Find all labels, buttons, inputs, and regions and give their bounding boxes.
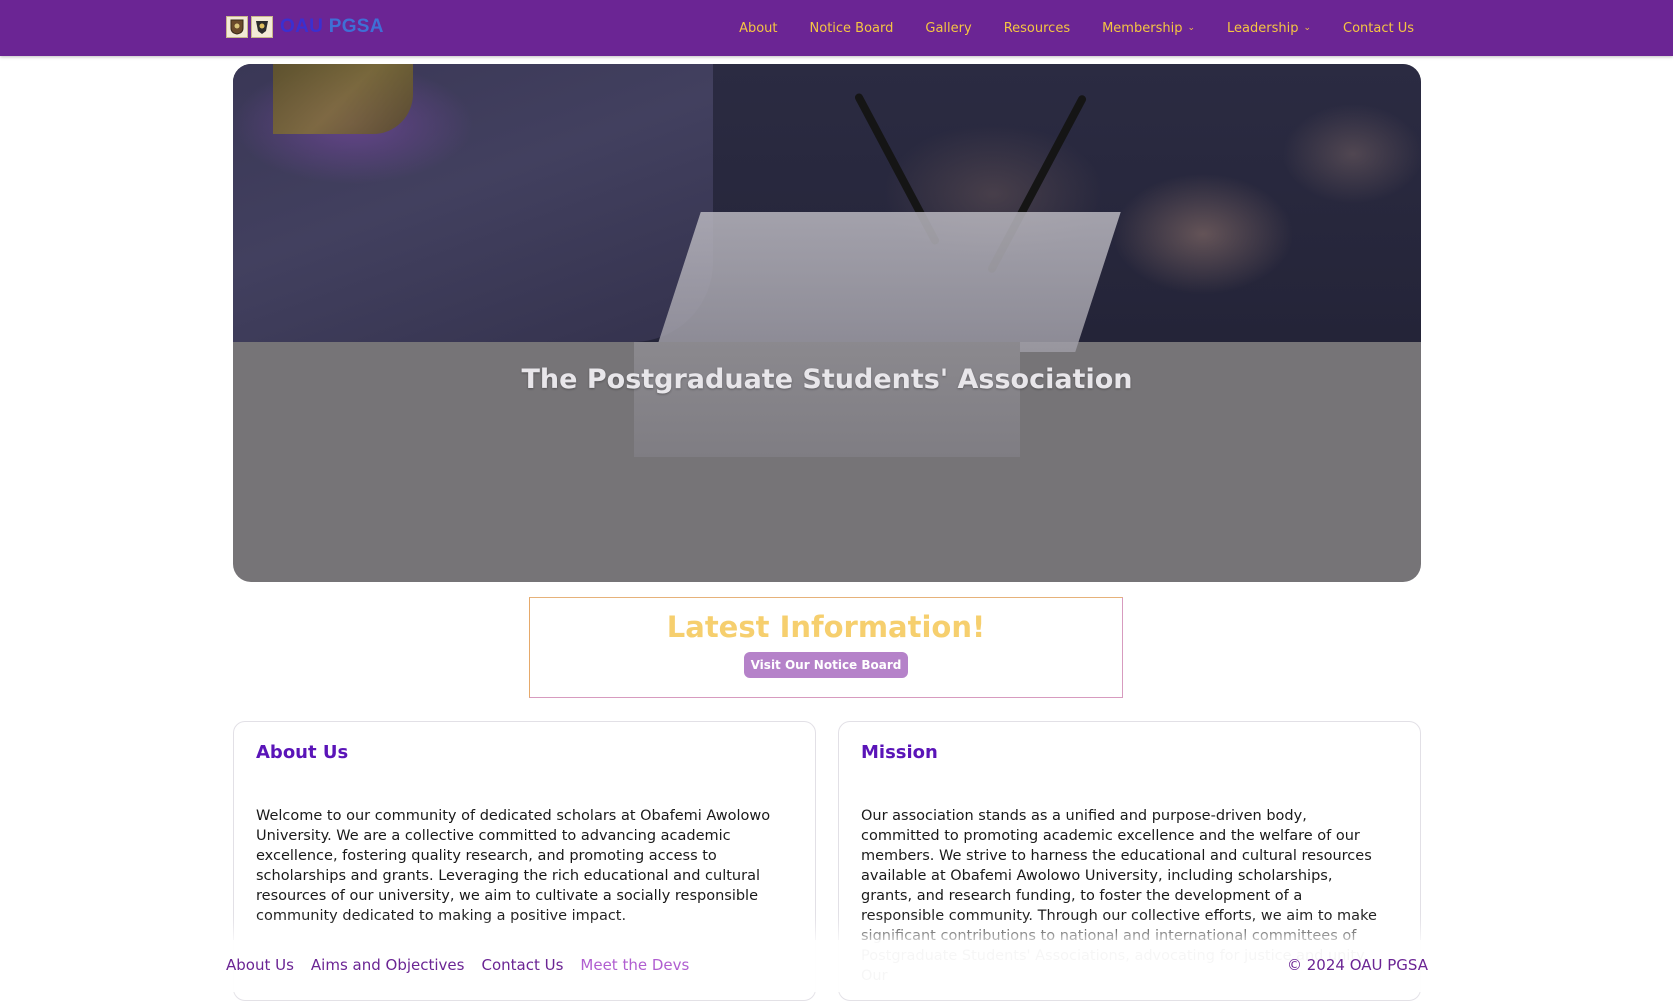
nav-item-label: Leadership (1227, 20, 1299, 36)
nav-item-label: Resources (1003, 20, 1071, 36)
footer: About Us Aims and Objectives Contact Us … (0, 940, 1673, 992)
chevron-down-icon: ⌄ (1303, 23, 1311, 33)
gown-trim-image (273, 64, 413, 134)
nav-item-label: Gallery (925, 20, 972, 36)
nav-item-resources[interactable]: Resources (1004, 21, 1070, 36)
hero-image (233, 64, 1421, 352)
pgsa-logo-icon (251, 16, 273, 38)
nav-item-gallery[interactable]: Gallery (925, 21, 971, 36)
nav-item-label: About (739, 20, 778, 36)
podium-image (655, 212, 1121, 352)
about-us-title: About Us (256, 742, 349, 763)
brand-name: OAU PGSA (280, 16, 384, 38)
brand-name-part1: OAU (280, 16, 324, 37)
brand-name-part2: PGSA (328, 16, 384, 37)
footer-link-contact-us[interactable]: Contact Us (481, 956, 563, 974)
crest-logo-icon (226, 16, 248, 38)
nav-item-label: Contact Us (1343, 20, 1414, 36)
nav-item-contact-us[interactable]: Contact Us (1343, 21, 1414, 36)
footer-link-about-us[interactable]: About Us (226, 956, 294, 974)
footer-link-meet-devs[interactable]: Meet the Devs (580, 956, 689, 974)
podium-base-image (634, 342, 1020, 457)
visit-notice-board-button[interactable]: Visit Our Notice Board (743, 652, 909, 678)
latest-info-box: Latest Information! Visit Our Notice Boa… (529, 597, 1123, 698)
copyright-text: © 2024 OAU PGSA (1287, 956, 1428, 974)
nav-item-label: Membership (1102, 20, 1183, 36)
mission-title: Mission (861, 742, 938, 763)
about-us-body: Welcome to our community of dedicated sc… (256, 808, 771, 924)
chevron-down-icon: ⌄ (1187, 23, 1195, 33)
footer-link-aims-objectives[interactable]: Aims and Objectives (311, 956, 465, 974)
hero-title: The Postgraduate Students' Association (521, 364, 1133, 395)
latest-info-title: Latest Information! (666, 610, 986, 644)
footer-links: About Us Aims and Objectives Contact Us … (226, 956, 706, 974)
nav-item-label: Notice Board (809, 20, 894, 36)
brand[interactable]: OAU PGSA (226, 16, 384, 38)
nav-item-notice-board[interactable]: Notice Board (810, 21, 894, 36)
nav-item-membership[interactable]: Membership ⌄ (1102, 21, 1195, 36)
nav-item-leadership[interactable]: Leadership ⌄ (1227, 21, 1311, 36)
top-navbar: OAU PGSA About Notice Board Gallery Reso… (0, 0, 1673, 56)
nav-links: About Notice Board Gallery Resources Mem… (707, 0, 1414, 56)
hero-banner: The Postgraduate Students' Association (233, 64, 1421, 582)
nav-item-about[interactable]: About (739, 21, 777, 36)
